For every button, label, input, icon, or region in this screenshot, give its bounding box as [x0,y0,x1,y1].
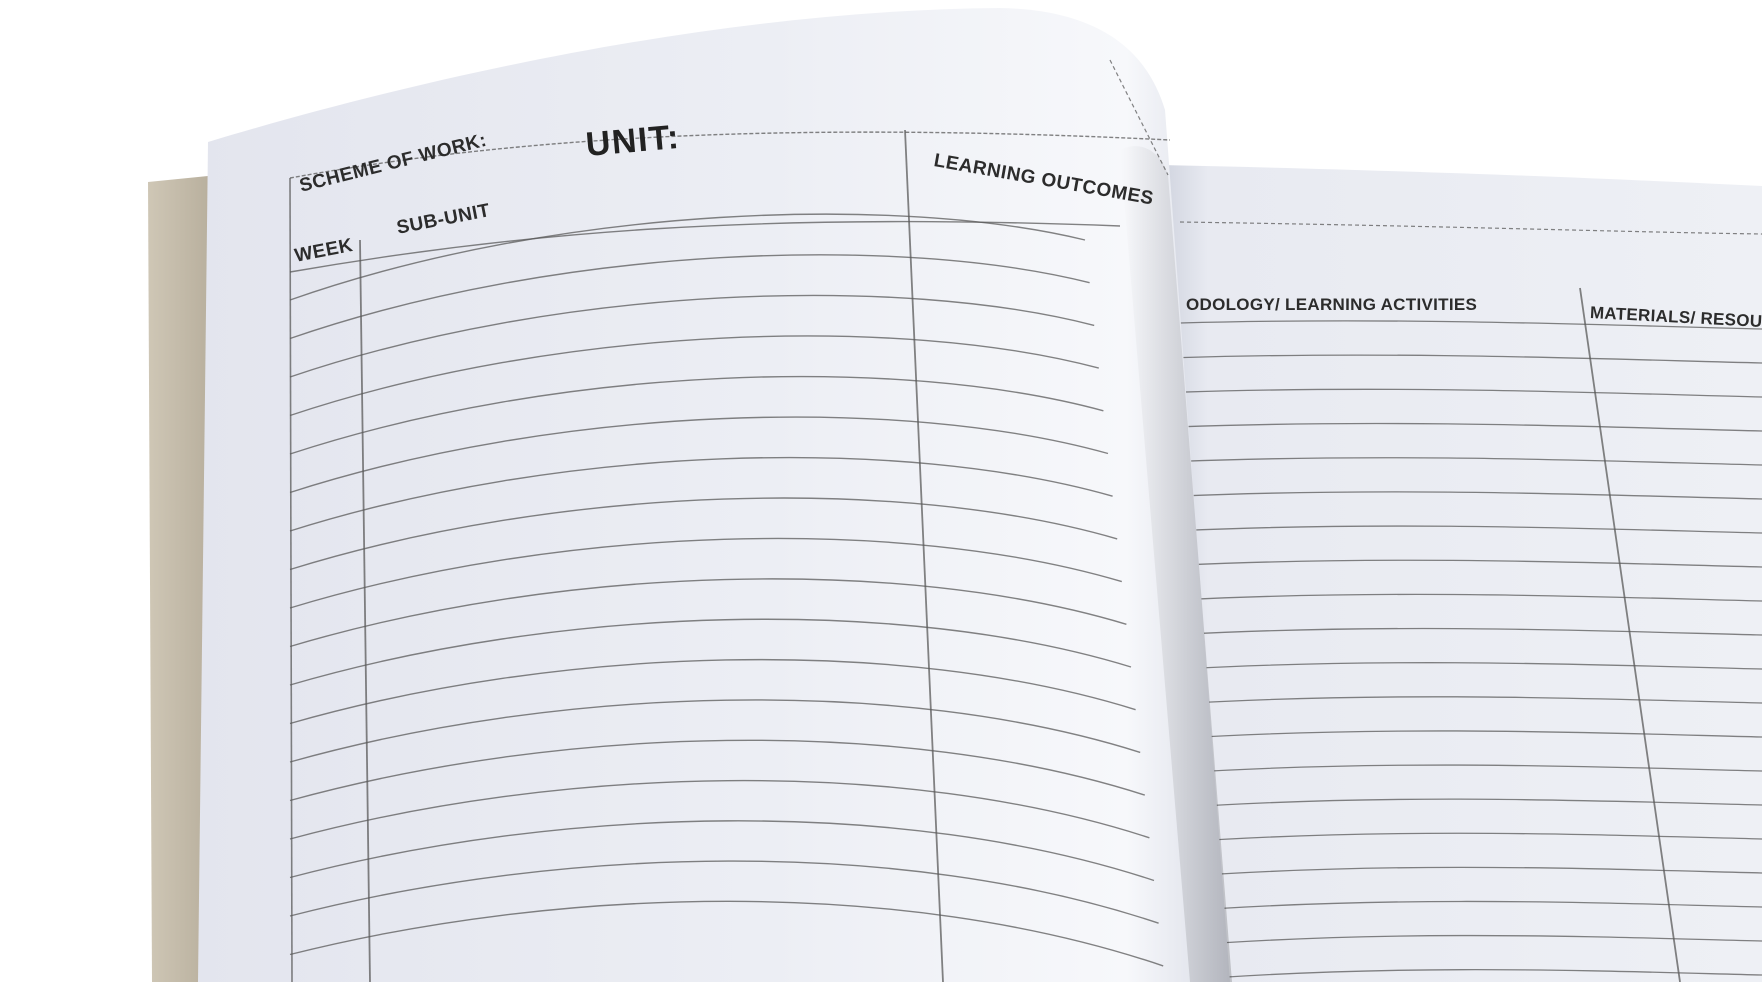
notebook-page-edges [148,176,208,982]
left-page [198,8,1230,982]
unit-label: UNIT: [584,117,682,164]
right-page [1160,165,1762,982]
column-header-methodology: ODOLOGY/ LEARNING ACTIVITIES [1186,295,1478,314]
open-notebook-photo [148,8,1762,982]
